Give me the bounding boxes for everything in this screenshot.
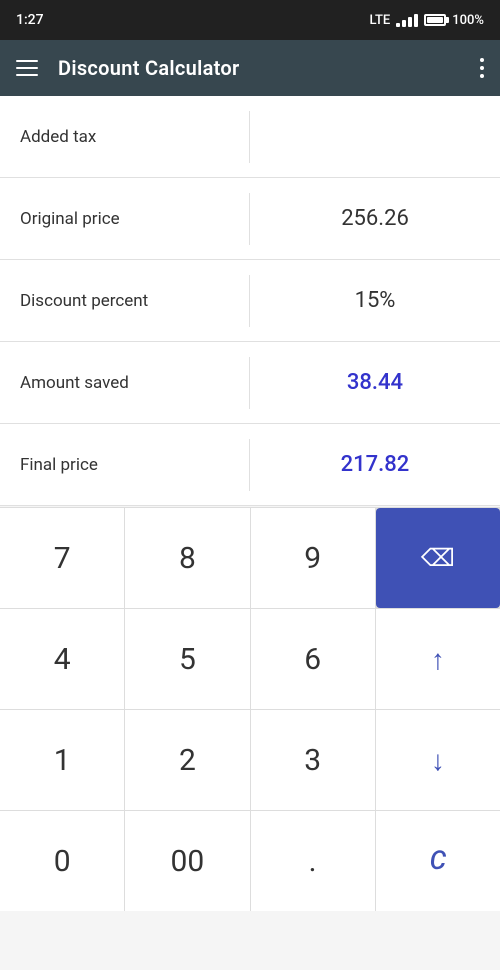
- backspace-icon: ⌫: [421, 544, 455, 572]
- row-amount-saved[interactable]: Amount saved 38.44: [0, 342, 500, 424]
- amount-saved-value: 38.44: [250, 354, 500, 411]
- status-time: 1:27: [16, 12, 44, 28]
- app-bar: Discount Calculator: [0, 40, 500, 96]
- battery-label: 100%: [452, 13, 484, 28]
- row-discount-percent[interactable]: Discount percent 15%: [0, 260, 500, 342]
- final-price-label: Final price: [0, 439, 250, 491]
- keypad: 7 8 9 ⌫ 4 5 6 ↑ 1 2 3 ↓ 0 00 . C: [0, 507, 500, 911]
- down-arrow-icon: ↓: [431, 744, 445, 777]
- app-title: Discount Calculator: [58, 56, 460, 80]
- key-9[interactable]: 9: [251, 508, 375, 608]
- discount-percent-value: 15%: [250, 272, 500, 329]
- key-down[interactable]: ↓: [376, 710, 500, 810]
- status-bar: 1:27 LTE 100%: [0, 0, 500, 40]
- key-7[interactable]: 7: [0, 508, 124, 608]
- calc-table: Added tax Original price 256.26 Discount…: [0, 96, 500, 506]
- more-options-icon[interactable]: [480, 58, 484, 78]
- clear-icon: C: [430, 846, 446, 876]
- key-8[interactable]: 8: [125, 508, 249, 608]
- discount-percent-label: Discount percent: [0, 275, 250, 327]
- key-2[interactable]: 2: [125, 710, 249, 810]
- status-right: LTE 100%: [370, 13, 484, 28]
- up-arrow-icon: ↑: [431, 643, 445, 676]
- key-6[interactable]: 6: [251, 609, 375, 709]
- network-label: LTE: [370, 13, 391, 28]
- added-tax-value: [250, 121, 500, 153]
- key-up[interactable]: ↑: [376, 609, 500, 709]
- original-price-label: Original price: [0, 193, 250, 245]
- key-3[interactable]: 3: [251, 710, 375, 810]
- key-backspace[interactable]: ⌫: [376, 508, 500, 608]
- key-0[interactable]: 0: [0, 811, 124, 911]
- signal-icon: [396, 13, 418, 27]
- final-price-value: 217.82: [250, 436, 500, 493]
- row-added-tax[interactable]: Added tax: [0, 96, 500, 178]
- key-decimal[interactable]: .: [251, 811, 375, 911]
- key-4[interactable]: 4: [0, 609, 124, 709]
- key-5[interactable]: 5: [125, 609, 249, 709]
- row-final-price[interactable]: Final price 217.82: [0, 424, 500, 506]
- row-original-price[interactable]: Original price 256.26: [0, 178, 500, 260]
- key-1[interactable]: 1: [0, 710, 124, 810]
- amount-saved-label: Amount saved: [0, 357, 250, 409]
- battery-icon: [424, 14, 446, 26]
- key-00[interactable]: 00: [125, 811, 249, 911]
- key-clear[interactable]: C: [376, 811, 500, 911]
- original-price-value: 256.26: [250, 190, 500, 247]
- hamburger-menu-icon[interactable]: [16, 60, 38, 76]
- added-tax-label: Added tax: [0, 111, 250, 163]
